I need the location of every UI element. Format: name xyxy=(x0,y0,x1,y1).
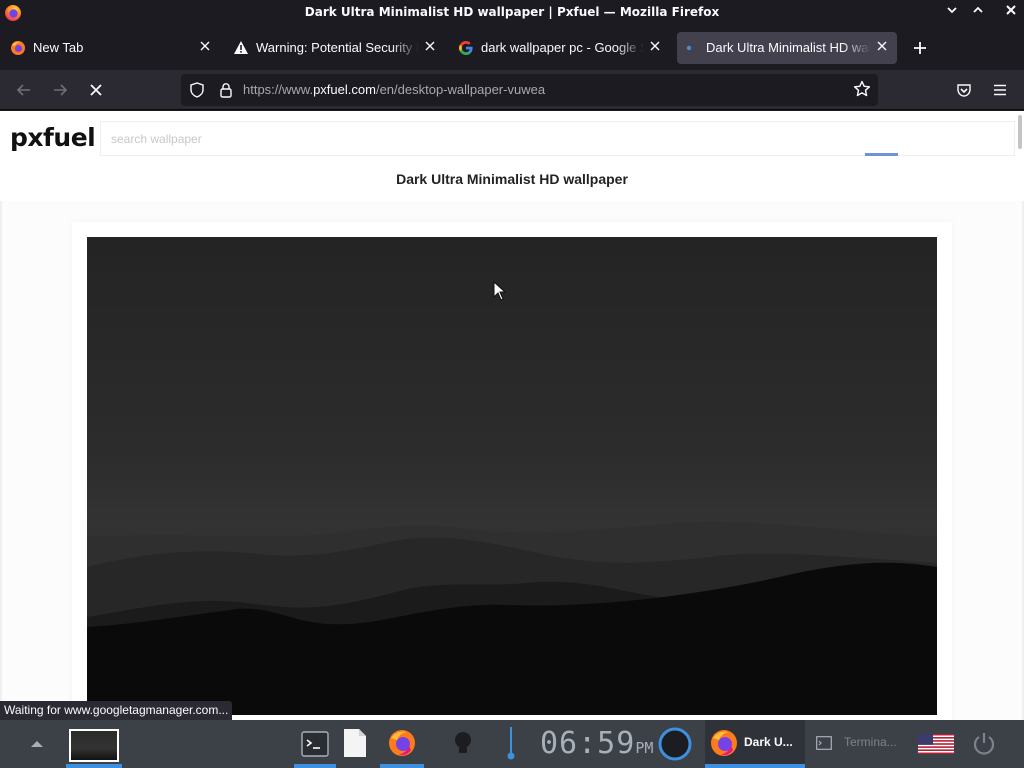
back-button[interactable] xyxy=(11,77,37,103)
keyboard-layout-indicator[interactable] xyxy=(916,720,956,768)
mouse-cursor-icon xyxy=(493,281,507,301)
page-divider xyxy=(0,201,2,720)
terminal-icon xyxy=(301,731,329,757)
lightbulb-icon xyxy=(455,732,471,753)
tab-label: New Tab xyxy=(33,40,84,55)
wallpaper-image[interactable] xyxy=(87,237,937,715)
forward-button[interactable] xyxy=(47,77,73,103)
stop-button[interactable] xyxy=(83,77,109,103)
us-flag-icon xyxy=(918,734,954,754)
url-domain: pxfuel.com xyxy=(313,82,376,97)
google-icon xyxy=(459,41,473,55)
firefox-icon xyxy=(711,730,737,756)
taskbar: 06:59PM Dark U... Termina... xyxy=(0,720,1024,768)
system-status-ring[interactable] xyxy=(655,720,695,768)
maximize-button[interactable] xyxy=(968,3,988,23)
wallpaper-card xyxy=(72,222,952,720)
search-loading-indicator xyxy=(865,153,898,156)
page-title: Dark Ultra Minimalist HD wallpaper xyxy=(396,171,628,187)
workspace-preview[interactable] xyxy=(66,720,122,768)
chevron-down-icon xyxy=(947,7,957,14)
warning-icon xyxy=(234,41,248,54)
tab-close-button[interactable] xyxy=(196,38,214,56)
lock-icon[interactable] xyxy=(218,82,234,98)
url-path: /en/desktop-wallpaper-vuwea xyxy=(375,82,546,97)
taskbar-clock[interactable]: 06:59PM xyxy=(540,726,653,761)
workspace-thumbnail xyxy=(69,729,119,762)
tab-security-warning[interactable]: Warning: Potential Security Risk Ahead xyxy=(225,32,445,64)
power-button[interactable] xyxy=(966,720,1002,768)
active-indicator xyxy=(294,764,336,768)
site-logo[interactable]: pxfuel xyxy=(10,123,96,152)
site-header: pxfuel Dark Ultra Minimalist HD wallpape… xyxy=(0,111,1024,201)
launcher-lightbulb[interactable] xyxy=(448,720,478,768)
search-input[interactable] xyxy=(101,122,1014,155)
circle-ring-icon xyxy=(658,727,692,761)
window-button-label: Dark U... xyxy=(744,735,793,749)
tab-new-tab[interactable]: New Tab xyxy=(2,32,220,64)
status-tooltip: Waiting for www.googletagmanager.com... xyxy=(0,701,233,721)
start-menu-button[interactable] xyxy=(18,720,56,768)
close-icon xyxy=(1006,5,1016,15)
close-icon xyxy=(650,41,660,51)
arrow-right-icon xyxy=(54,84,68,96)
window-titlebar: Dark Ultra Minimalist HD wallpaper | Pxf… xyxy=(0,0,1024,26)
pocket-button[interactable] xyxy=(951,77,977,103)
window-button-terminal[interactable]: Termina... xyxy=(810,720,905,768)
shield-icon[interactable] xyxy=(189,82,205,98)
document-icon xyxy=(344,729,366,757)
tab-label-fade xyxy=(843,32,871,64)
bookmark-star-button[interactable] xyxy=(852,80,872,100)
search-box[interactable] xyxy=(100,121,1015,156)
wallpaper-hills-graphic xyxy=(87,521,937,715)
power-icon xyxy=(973,733,995,755)
arrow-left-icon xyxy=(16,84,30,96)
volume-indicator[interactable] xyxy=(500,720,522,768)
navigation-toolbar: https://www.pxfuel.com/en/desktop-wallpa… xyxy=(0,70,1024,110)
tab-label-fade xyxy=(391,32,419,64)
clock-ampm: PM xyxy=(635,739,654,757)
url-prefix: https://www. xyxy=(243,82,314,97)
plus-icon xyxy=(914,42,926,54)
star-icon xyxy=(853,80,871,97)
tab-close-button[interactable] xyxy=(421,38,439,56)
active-indicator xyxy=(66,764,122,768)
close-icon xyxy=(425,41,435,51)
window-close-button[interactable] xyxy=(1001,3,1021,23)
tab-label-fade xyxy=(616,32,644,64)
chevron-up-icon xyxy=(973,6,983,13)
launcher-terminal[interactable] xyxy=(294,720,336,768)
page-content: pxfuel Dark Ultra Minimalist HD wallpape… xyxy=(0,111,1024,720)
hamburger-menu-icon xyxy=(994,84,1006,96)
tab-dark-wallpaper[interactable]: Dark Ultra Minimalist HD wallpaper xyxy=(677,32,897,64)
tab-close-button[interactable] xyxy=(873,38,891,56)
minimize-button[interactable] xyxy=(942,3,962,23)
active-indicator xyxy=(705,764,805,768)
terminal-icon xyxy=(816,736,832,750)
firefox-icon xyxy=(389,730,415,756)
firefox-icon xyxy=(11,41,25,55)
url-bar[interactable]: https://www.pxfuel.com/en/desktop-wallpa… xyxy=(181,74,878,106)
close-icon xyxy=(200,41,210,51)
tab-strip: New Tab Warning: Potential Security Risk… xyxy=(0,26,1024,70)
new-tab-button[interactable] xyxy=(907,35,933,61)
thermometer-icon xyxy=(507,727,515,760)
app-menu-button[interactable] xyxy=(987,77,1013,103)
launcher-firefox[interactable] xyxy=(380,720,424,768)
tab-close-button[interactable] xyxy=(646,38,664,56)
window-button-label: Termina... xyxy=(844,735,897,749)
window-title: Dark Ultra Minimalist HD wallpaper | Pxf… xyxy=(304,5,720,19)
pocket-icon xyxy=(957,84,971,97)
url-text[interactable]: https://www.pxfuel.com/en/desktop-wallpa… xyxy=(243,82,545,97)
active-indicator xyxy=(380,764,424,768)
close-icon xyxy=(877,41,887,51)
clock-time: 06:59 xyxy=(540,726,636,761)
stop-icon xyxy=(90,84,102,96)
launcher-text-editor[interactable] xyxy=(338,720,372,768)
loading-dot-icon xyxy=(686,45,692,51)
arrow-up-icon xyxy=(31,741,43,747)
page-scrollbar-thumb[interactable] xyxy=(1018,115,1022,149)
window-button-firefox[interactable]: Dark U... xyxy=(705,720,805,768)
tab-google-search[interactable]: dark wallpaper pc - Google Search xyxy=(450,32,670,64)
